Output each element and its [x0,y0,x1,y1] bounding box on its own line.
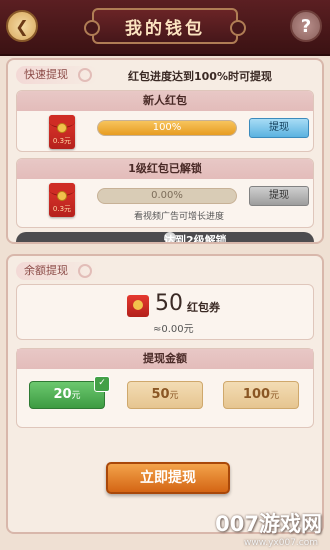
withdraw-button-disabled[interactable]: 提现 [249,186,309,206]
withdraw-button[interactable]: 提现 [249,118,309,138]
back-button[interactable]: ❮ [6,10,38,42]
newbie-redpacket-card: 新人红包 0.3元 100% 提现 [16,90,314,152]
question-icon: ? [300,15,312,37]
coupon-unit: 红包券 [187,301,220,314]
progress-bar: 100% [97,120,237,136]
amount-option-20[interactable]: 20元 ✓ [29,376,110,409]
amount-value: 20 [53,387,72,402]
progress-text: 100% [152,122,182,133]
coupon-value: ≈0.00元 [153,324,194,335]
next-level-text: 达到2级解锁 [164,234,227,244]
help-button[interactable]: ? [290,10,322,42]
section-tag: 余额提现 [16,262,98,280]
red-envelope-icon: 0.3元 [49,115,75,149]
amount-unit: 元 [169,391,179,401]
amount-option-100[interactable]: 100元 [223,381,299,409]
level1-redpacket-card: 1级红包已解锁 0.3元 0.00% 提现 看视频广告可增长进度 [16,158,314,228]
next-level-banner: 达到2级解锁 [16,232,314,244]
balance-withdraw-label: 余额提现 [24,264,68,277]
progress-bar: 0.00% [97,188,237,204]
quick-withdraw-label: 快速提现 [24,68,68,81]
coupon-count: 50 [155,291,183,316]
progress-text: 0.00% [151,190,183,201]
amount-unit: 元 [71,391,81,401]
back-arrow-icon: ❮ [15,16,29,36]
watermark-text: 007游戏网 [215,512,322,536]
section-tag: 快速提现 [16,66,98,84]
watch-ad-hint: 看视频广告可增长进度 [133,212,224,222]
card-title: 新人红包 [17,91,313,111]
amount-option-50[interactable]: 50元 [127,381,203,409]
coupon-icon [127,295,149,317]
amount-title: 提现金额 [17,349,313,369]
envelope-amount: 0.3元 [52,137,72,145]
progress-requirement-text: 红包进度达到100%时可提现 [128,70,272,83]
swirl-icon [78,264,92,278]
amount-value: 50 [151,387,170,402]
swirl-icon [78,68,92,82]
coupon-balance-box: 50 红包券 ≈0.00元 [16,284,314,340]
balance-withdraw-section: 余额提现 50 红包券 ≈0.00元 提现金额 20元 ✓ 50元 100元 立… [6,254,324,534]
withdraw-now-button[interactable]: 立即提现 [106,462,230,494]
card-title: 1级红包已解锁 [17,159,313,179]
checkmark-icon: ✓ [94,376,110,392]
red-envelope-icon: 0.3元 [49,183,75,217]
amount-value: 100 [242,387,271,402]
amount-card: 提现金额 20元 ✓ 50元 100元 [16,348,314,428]
amount-unit: 元 [270,391,280,401]
watermark-url: www.yx007.com [243,538,318,548]
quick-withdraw-section: 快速提现 红包进度达到100%时可提现 新人红包 0.3元 100% 提现 1级… [6,58,324,244]
page-title: 我的钱包 [84,8,246,44]
top-bar: ❮ 我的钱包 ? [0,0,330,56]
envelope-amount: 0.3元 [52,205,72,213]
